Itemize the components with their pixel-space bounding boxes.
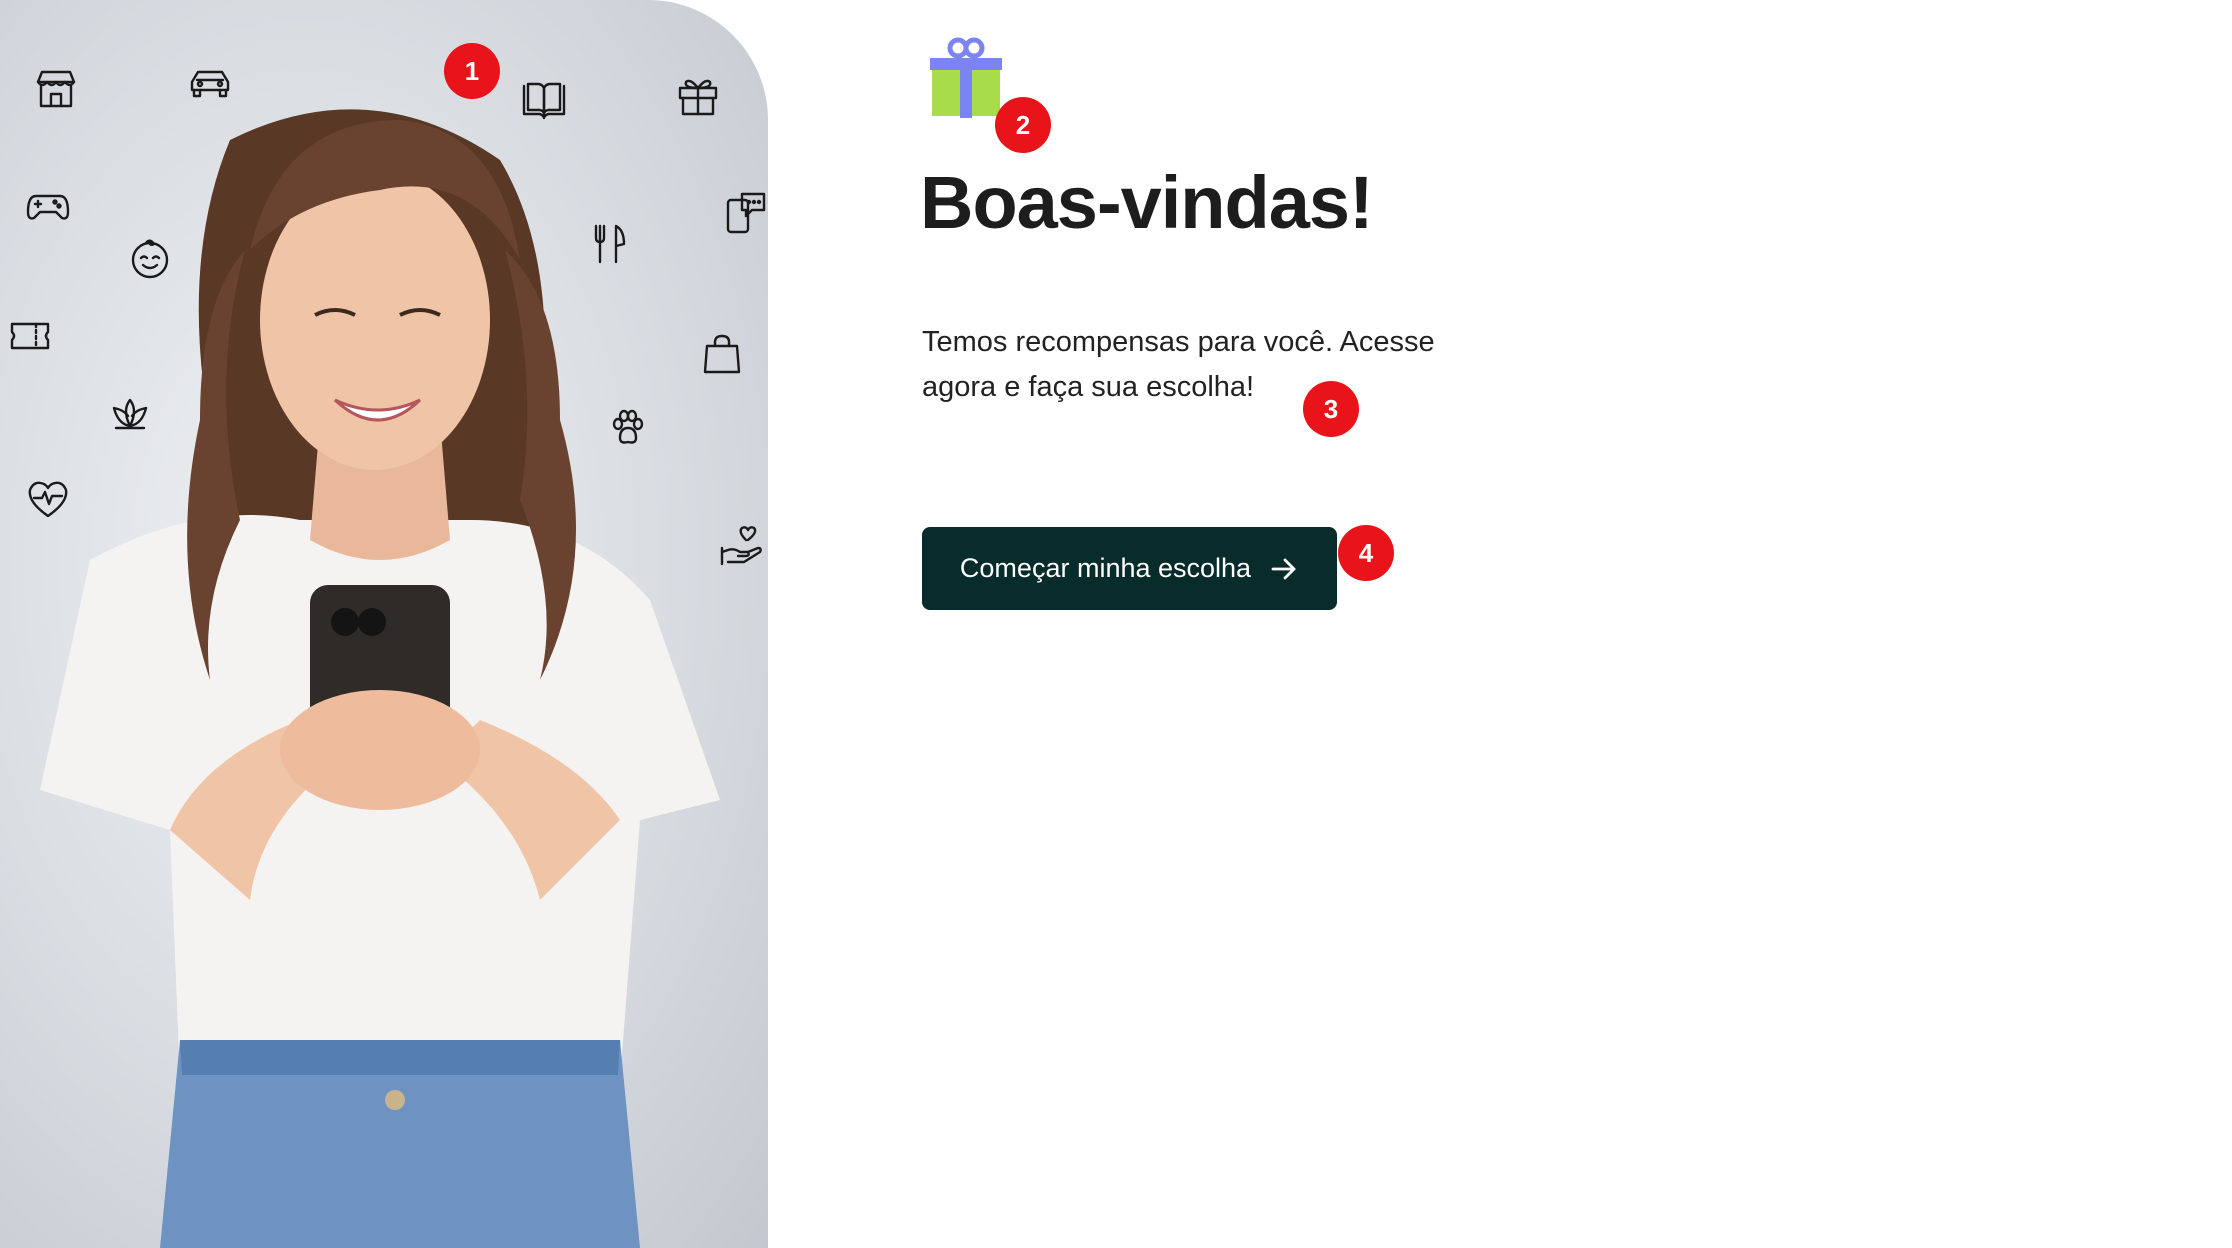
gift-icon: [674, 72, 722, 120]
annotation-badge-3: 3: [1303, 381, 1359, 437]
store-icon: [32, 64, 80, 112]
arrow-right-icon: [1271, 558, 1296, 579]
ticket-icon: [6, 312, 54, 360]
start-choice-button-label: Começar minha escolha: [959, 553, 1252, 583]
gamepad-icon: [24, 182, 72, 230]
baby-face-icon: [126, 234, 174, 282]
car-icon: [186, 60, 234, 108]
book-icon: [520, 76, 568, 124]
hand-heart-icon: [718, 522, 766, 570]
heart-pulse-icon: [24, 474, 72, 522]
paw-icon: [604, 404, 652, 452]
cutlery-icon: [584, 220, 632, 268]
shopping-bag-icon: [698, 330, 746, 378]
chat-phone-icon: [722, 188, 768, 236]
annotation-badge-1: 1: [444, 43, 500, 99]
hero-panel: 1: [0, 0, 768, 1248]
start-choice-button[interactable]: Começar minha escolha: [922, 527, 1337, 610]
gift-box-icon: [930, 37, 1002, 118]
welcome-title: Boas-vindas!: [920, 161, 1374, 244]
woman-with-phone-illustration: [40, 109, 720, 1248]
lotus-icon: [106, 390, 154, 438]
annotation-badge-4: 4: [1338, 525, 1394, 581]
annotation-badge-2: 2: [995, 97, 1051, 153]
welcome-subtitle: Temos recompensas para você. Acesse agor…: [922, 326, 1435, 403]
